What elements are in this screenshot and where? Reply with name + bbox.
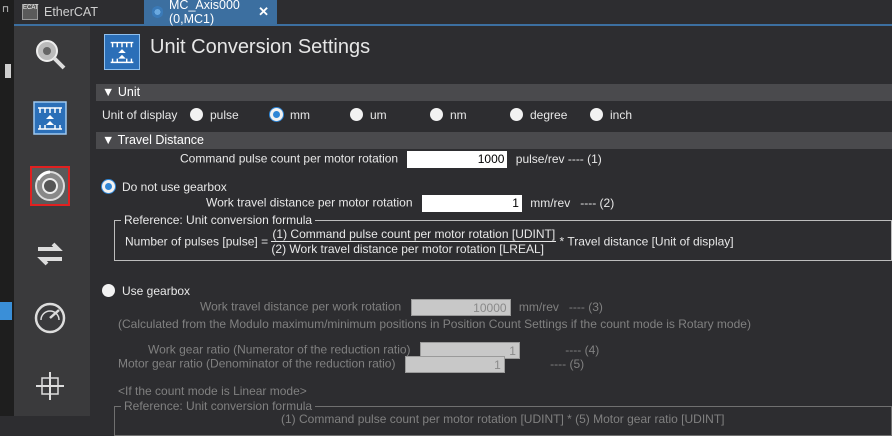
formula-lhs: Number of pulses [pulse] = — [125, 234, 269, 249]
edge-selection-marker — [0, 302, 12, 320]
radio-button-icon — [102, 284, 115, 297]
formula: Number of pulses [pulse] = (1) Command p… — [125, 227, 734, 256]
work-rotation-unit: mm/rev ---- (3) — [518, 299, 603, 314]
rotation-dial-icon — [35, 170, 65, 201]
use-gearbox-option[interactable]: Use gearbox — [102, 284, 190, 298]
work-rotation-row: Work travel distance per work rotation 1… — [200, 299, 603, 316]
radio-unit-nm[interactable]: nm — [430, 108, 467, 122]
unit-conversion-tool[interactable] — [30, 98, 70, 138]
modulo-note: (Calculated from the Modulo maximum/mini… — [118, 317, 751, 331]
work-travel-label: Work travel distance per motor rotation — [206, 195, 413, 210]
command-pulse-label: Command pulse count per motor rotation — [180, 151, 399, 166]
radio-button-icon — [430, 108, 443, 121]
crosshair-icon — [36, 372, 64, 400]
radio-button-icon — [510, 108, 523, 121]
command-pulse-unit: pulse/rev ---- (1) — [515, 151, 602, 166]
reference-formula-box-2: Reference: Unit conversion formula (1) C… — [114, 399, 892, 436]
motor-gear-row: Motor gear ratio (Denominator of the red… — [118, 356, 584, 373]
radio-button-icon — [350, 108, 363, 121]
formula-numerator: (1) Command pulse count per motor rotati… — [271, 227, 557, 242]
left-edge-strip: ⊓ — [0, 0, 14, 416]
tab-ethercat[interactable]: ECAT EtherCAT — [14, 0, 134, 24]
tab-label: EtherCAT — [44, 5, 98, 19]
gauge-icon — [34, 302, 66, 334]
pin-icon[interactable]: ⊓ — [2, 4, 10, 14]
radio-unit-mm[interactable]: mm — [270, 108, 310, 122]
work-gear-label: Work gear ratio (Numerator of the reduct… — [148, 342, 411, 357]
motor-gear-suffix: ---- (5) — [550, 356, 585, 371]
tab-bar: ECAT EtherCAT MC_Axis000 (0,MC1) ✕ — [14, 0, 892, 26]
radio-unit-pulse[interactable]: pulse — [190, 108, 239, 122]
radio-button-icon — [190, 108, 203, 121]
radio-unit-inch[interactable]: inch — [590, 108, 632, 122]
command-pulse-row: Command pulse count per motor rotation 1… — [180, 151, 602, 168]
command-pulse-input[interactable]: 1000 — [407, 151, 508, 168]
ethercat-icon: ECAT — [22, 4, 39, 20]
formula-2-partial: (1) Command pulse count per motor rotati… — [281, 412, 725, 426]
tab-label: MC_Axis000 (0,MC1) — [169, 0, 240, 26]
reference-title: Reference: Unit conversion formula — [121, 213, 316, 227]
work-rotation-label: Work travel distance per work rotation — [200, 299, 402, 314]
reference-title-2: Reference: Unit conversion formula — [121, 399, 316, 413]
work-travel-unit: mm/rev ---- (2) — [530, 195, 615, 210]
bidirectional-arrows-icon — [37, 242, 63, 266]
radio-button-icon — [102, 180, 115, 193]
magnifier-gear-icon — [36, 40, 66, 70]
edge-marker — [5, 64, 11, 78]
unit-conversion-title-icon — [104, 34, 140, 70]
operation-settings-tool[interactable] — [30, 166, 70, 206]
no-gearbox-option[interactable]: Do not use gearbox — [102, 180, 227, 194]
work-travel-row: Work travel distance per motor rotation … — [206, 195, 614, 212]
work-gear-suffix: ---- (4) — [565, 342, 600, 357]
formula-rhs: * Travel distance [Unit of display] — [559, 234, 734, 249]
radio-unit-degree[interactable]: degree — [510, 108, 567, 122]
travel-distance-section-header[interactable]: ▼ Travel Distance — [96, 132, 892, 149]
radio-button-icon — [270, 108, 283, 121]
axis-basic-settings-tool[interactable] — [30, 34, 70, 74]
radio-unit-um[interactable]: um — [350, 108, 387, 122]
limit-settings-tool[interactable] — [30, 298, 70, 338]
work-travel-input[interactable]: 1 — [421, 195, 522, 212]
other-operation-settings-tool[interactable] — [30, 234, 70, 274]
reference-formula-box: Reference: Unit conversion formula Numbe… — [114, 213, 892, 261]
formula-denominator: (2) Work travel distance per motor rotat… — [271, 242, 544, 256]
unit-conversion-icon — [33, 101, 67, 135]
unit-of-display-label: Unit of display — [102, 108, 178, 122]
page-title: Unit Conversion Settings — [150, 36, 371, 58]
settings-category-toolbar — [14, 26, 90, 416]
position-count-settings-tool[interactable] — [30, 366, 70, 406]
unit-of-display-row: Unit of display pulse mm um nm degree in… — [102, 108, 892, 124]
axis-gear-icon — [152, 4, 163, 20]
linear-mode-note: <If the count mode is Linear mode> — [118, 384, 307, 398]
tab-mc-axis000[interactable]: MC_Axis000 (0,MC1) ✕ — [144, 0, 277, 26]
work-rotation-input[interactable]: 10000 — [410, 299, 511, 316]
close-icon[interactable]: ✕ — [258, 4, 269, 20]
motor-gear-input[interactable]: 1 — [404, 356, 505, 373]
radio-button-icon — [590, 108, 603, 121]
motor-gear-label: Motor gear ratio (Denominator of the red… — [118, 356, 396, 371]
unit-section-header[interactable]: ▼ Unit — [96, 84, 892, 101]
formula-fraction: (1) Command pulse count per motor rotati… — [271, 227, 557, 256]
